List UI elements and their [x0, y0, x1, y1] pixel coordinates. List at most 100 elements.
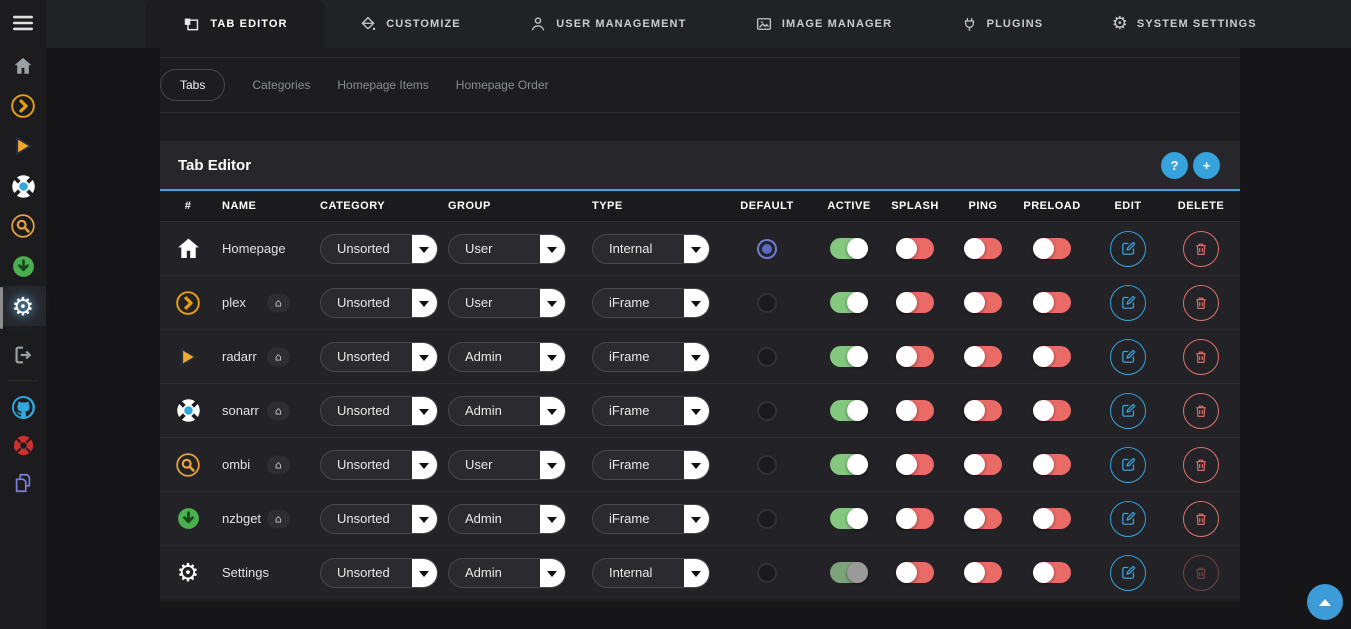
table-body: HomepageUnsortedUserInternalplex⌂Unsorte… — [160, 221, 1240, 599]
splash-toggle[interactable] — [896, 562, 934, 583]
category-select[interactable]: Unsorted — [320, 342, 438, 372]
category-select[interactable]: Unsorted — [320, 450, 438, 480]
type-select[interactable]: Internal — [592, 558, 710, 588]
default-radio[interactable] — [757, 563, 777, 583]
preload-toggle[interactable] — [1033, 238, 1071, 259]
preload-toggle[interactable] — [1033, 562, 1071, 583]
type-select[interactable]: iFrame — [592, 396, 710, 426]
splash-toggle[interactable] — [896, 508, 934, 529]
sidebar-item-nzbget[interactable] — [0, 246, 46, 286]
table-cell — [170, 452, 206, 478]
category-select[interactable]: Unsorted — [320, 234, 438, 264]
tab-customize[interactable]: CUSTOMIZE — [359, 0, 460, 48]
preload-toggle[interactable] — [1033, 454, 1071, 475]
edit-button[interactable] — [1110, 501, 1146, 537]
scroll-to-top-button[interactable] — [1307, 584, 1343, 620]
default-radio[interactable] — [757, 239, 777, 259]
sidebar-item-logout[interactable] — [0, 335, 46, 375]
splash-toggle[interactable] — [896, 400, 934, 421]
tab-tab-editor[interactable]: TAB EDITOR — [145, 0, 325, 48]
edit-button[interactable] — [1110, 231, 1146, 267]
edit-button[interactable] — [1110, 393, 1146, 429]
type-select[interactable]: iFrame — [592, 450, 710, 480]
type-select[interactable]: Internal — [592, 234, 710, 264]
category-select[interactable]: Unsorted — [320, 504, 438, 534]
preload-toggle[interactable] — [1033, 292, 1071, 313]
sidebar-item-radarr[interactable] — [0, 126, 46, 166]
active-toggle[interactable] — [830, 562, 868, 583]
splash-toggle[interactable] — [896, 292, 934, 313]
ping-toggle[interactable] — [964, 400, 1002, 421]
active-toggle[interactable] — [830, 508, 868, 529]
ping-toggle[interactable] — [964, 346, 1002, 367]
ping-toggle[interactable] — [964, 508, 1002, 529]
default-radio[interactable] — [757, 401, 777, 421]
group-select[interactable]: Admin — [448, 504, 566, 534]
default-radio[interactable] — [757, 455, 777, 475]
ping-toggle[interactable] — [964, 292, 1002, 313]
preload-toggle[interactable] — [1033, 400, 1071, 421]
splash-toggle[interactable] — [896, 346, 934, 367]
ping-toggle[interactable] — [964, 562, 1002, 583]
sidebar-item-home[interactable] — [0, 46, 46, 86]
tab-image-manager[interactable]: IMAGE MANAGER — [755, 0, 892, 48]
group-select[interactable]: Admin — [448, 558, 566, 588]
category-select[interactable]: Unsorted — [320, 558, 438, 588]
active-toggle[interactable] — [830, 238, 868, 259]
tab-user-management[interactable]: USER MANAGEMENT — [529, 0, 686, 48]
group-select[interactable]: User — [448, 234, 566, 264]
preload-toggle[interactable] — [1033, 508, 1071, 529]
preload-toggle[interactable] — [1033, 346, 1071, 367]
ping-toggle[interactable] — [964, 238, 1002, 259]
subtab-homepage-items[interactable]: Homepage Items — [337, 78, 428, 92]
category-select[interactable]: Unsorted — [320, 396, 438, 426]
group-select[interactable]: Admin — [448, 396, 566, 426]
delete-button[interactable] — [1183, 447, 1219, 483]
selected-option: Admin — [465, 511, 502, 526]
type-select[interactable]: iFrame — [592, 504, 710, 534]
sidebar-item-support[interactable] — [0, 426, 46, 464]
group-select[interactable]: User — [448, 450, 566, 480]
ping-toggle[interactable] — [964, 454, 1002, 475]
sidebar-item-github[interactable] — [0, 388, 46, 426]
sidebar-item-settings[interactable]: ⚙ — [0, 286, 46, 326]
delete-button[interactable] — [1183, 393, 1219, 429]
delete-button[interactable] — [1183, 339, 1219, 375]
table-cell — [874, 292, 956, 313]
add-tab-button[interactable]: + — [1193, 152, 1220, 179]
group-select[interactable]: User — [448, 288, 566, 318]
sidebar-item-plex[interactable] — [0, 86, 46, 126]
subtab-homepage-order[interactable]: Homepage Order — [456, 78, 549, 92]
type-select[interactable]: iFrame — [592, 288, 710, 318]
active-toggle[interactable] — [830, 292, 868, 313]
edit-button[interactable] — [1110, 285, 1146, 321]
delete-button[interactable] — [1183, 501, 1219, 537]
sidebar-item-docs[interactable] — [0, 464, 46, 502]
splash-toggle[interactable] — [896, 454, 934, 475]
group-select[interactable]: Admin — [448, 342, 566, 372]
type-select[interactable]: iFrame — [592, 342, 710, 372]
sidebar-scrollbar[interactable] — [0, 287, 3, 329]
delete-button[interactable] — [1183, 285, 1219, 321]
edit-button[interactable] — [1110, 555, 1146, 591]
default-radio[interactable] — [757, 347, 777, 367]
category-select[interactable]: Unsorted — [320, 288, 438, 318]
active-toggle[interactable] — [830, 454, 868, 475]
delete-button[interactable] — [1183, 231, 1219, 267]
splash-toggle[interactable] — [896, 238, 934, 259]
tab-system-settings[interactable]: ⚙SYSTEM SETTINGS — [1112, 0, 1257, 48]
table-cell — [1094, 339, 1162, 375]
sidebar-item-ombi[interactable] — [0, 206, 46, 246]
edit-button[interactable] — [1110, 447, 1146, 483]
tab-plugins[interactable]: PLUGINS — [961, 0, 1044, 48]
default-radio[interactable] — [757, 293, 777, 313]
default-radio[interactable] — [757, 509, 777, 529]
subtab-tabs[interactable]: Tabs — [160, 69, 225, 101]
help-button[interactable]: ? — [1161, 152, 1188, 179]
active-toggle[interactable] — [830, 400, 868, 421]
sidebar-item-sonarr[interactable] — [0, 166, 46, 206]
active-toggle[interactable] — [830, 346, 868, 367]
subtab-categories[interactable]: Categories — [252, 78, 310, 92]
edit-button[interactable] — [1110, 339, 1146, 375]
sidebar-item-menu[interactable] — [0, 0, 46, 46]
